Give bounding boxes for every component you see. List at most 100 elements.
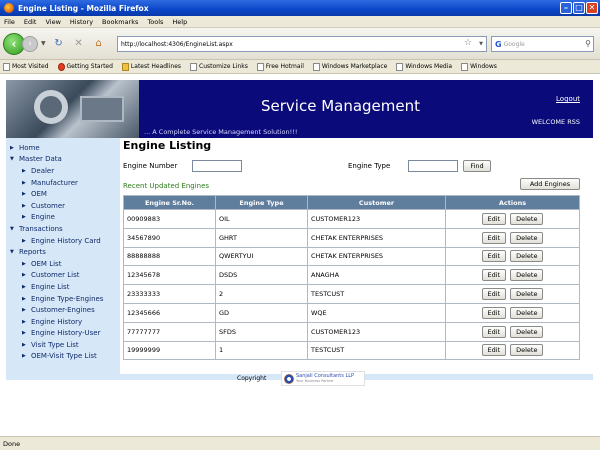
forward-button[interactable]: ›: [22, 35, 38, 52]
sidebar-item-label: Customer-Engines: [31, 306, 95, 315]
bookmark-customize-links[interactable]: Customize Links: [190, 62, 248, 71]
reload-icon[interactable]: ↻: [52, 37, 66, 51]
search-box[interactable]: G Google ⚲: [491, 36, 594, 52]
sidebar-item-transactions[interactable]: ▼ Transactions: [6, 223, 120, 235]
window-title: Engine Listing - Mozilla Firefox: [18, 3, 149, 13]
expanded-arrow-icon: ▼: [10, 225, 14, 232]
edit-button[interactable]: Edit: [481, 344, 507, 357]
sidebar-item-label: Engine: [31, 213, 55, 222]
engine-sr-no-cell: 12345666: [123, 302, 216, 323]
table-header-row: Engine Sr.No. Engine Type Customer Actio…: [123, 195, 580, 210]
menu-history[interactable]: History: [70, 18, 93, 26]
history-dropdown-icon[interactable]: ▼: [41, 40, 46, 47]
actions-cell: Edit Delete: [445, 227, 580, 248]
sidebar-item-oem-visit-type-list[interactable]: ▶ OEM-Visit Type List: [6, 351, 120, 363]
bookmark-windows-marketplace[interactable]: Windows Marketplace: [312, 62, 387, 71]
menu-tools[interactable]: Tools: [147, 18, 163, 26]
add-engines-button[interactable]: Add Engines: [520, 178, 580, 190]
menu-edit[interactable]: Edit: [24, 18, 37, 26]
collapsed-arrow-icon: ▶: [22, 167, 26, 174]
sidebar-item-engine[interactable]: ▶ Engine: [6, 212, 120, 224]
delete-button[interactable]: Delete: [510, 306, 544, 319]
sidebar-item-reports[interactable]: ▼ Reports: [6, 246, 120, 258]
sidebar-item-home[interactable]: ▶ Home: [6, 142, 120, 154]
maximize-button[interactable]: □: [573, 2, 585, 14]
minimize-button[interactable]: –: [560, 2, 572, 14]
actions-cell: Edit Delete: [445, 209, 580, 229]
search-icon[interactable]: ⚲: [585, 39, 591, 48]
menu-file[interactable]: File: [4, 18, 15, 26]
bookmark-windows-media[interactable]: Windows Media: [396, 62, 452, 71]
engine-sr-no-cell: 23333333: [123, 284, 216, 304]
url-dropdown-icon[interactable]: ▼: [479, 41, 483, 47]
logout-link[interactable]: Logout: [556, 95, 580, 103]
menu-help[interactable]: Help: [172, 18, 187, 26]
delete-button[interactable]: Delete: [510, 250, 544, 263]
sidebar-item-visit-type-list[interactable]: ▶ Visit Type List: [6, 339, 120, 351]
sidebar-item-engine-history-user[interactable]: ▶ Engine History-User: [6, 328, 120, 340]
delete-button[interactable]: Delete: [510, 344, 544, 357]
sidebar-item-customer-engines[interactable]: ▶ Customer-Engines: [6, 304, 120, 316]
bookmark-most-visited[interactable]: Most Visited: [3, 62, 49, 71]
bookmarks-toolbar: Most Visited Getting Started Latest Head…: [0, 60, 600, 74]
table-row: 19999999 1 TESTCUST Edit Delete: [123, 340, 580, 361]
edit-button[interactable]: Edit: [481, 325, 507, 338]
table-row: 00909883 OIL CUSTOMER123 Edit Delete: [123, 209, 580, 229]
delete-button[interactable]: Delete: [510, 269, 544, 282]
status-bar: Done: [0, 436, 600, 450]
close-button[interactable]: ✕: [586, 2, 598, 14]
sidebar-item-engine-history-card[interactable]: ▶ Engine History Card: [6, 235, 120, 247]
delete-button[interactable]: Delete: [510, 288, 544, 301]
sidebar-item-oem-list[interactable]: ▶ OEM List: [6, 258, 120, 270]
sidebar-item-engine-list[interactable]: ▶ Engine List: [6, 281, 120, 293]
copyright-text: Copyright: [237, 375, 267, 382]
sidebar-item-label: Engine History Card: [31, 236, 101, 245]
engine-number-input[interactable]: [192, 160, 242, 172]
sidebar-item-customer[interactable]: ▶ Customer: [6, 200, 120, 212]
collapsed-arrow-icon: ▶: [22, 341, 26, 348]
edit-button[interactable]: Edit: [481, 250, 507, 263]
home-icon[interactable]: ⌂: [92, 37, 106, 51]
edit-button[interactable]: Edit: [481, 288, 507, 301]
firefox-bookmark-icon: [57, 62, 65, 71]
actions-cell: Edit Delete: [445, 246, 580, 267]
actions-cell: Edit Delete: [445, 302, 580, 323]
sidebar-item-manufacturer[interactable]: ▶ Manufacturer: [6, 177, 120, 189]
menu-bookmarks[interactable]: Bookmarks: [102, 18, 138, 26]
actions-cell: Edit Delete: [445, 321, 580, 342]
sidebar-item-oem[interactable]: ▶ OEM: [6, 188, 120, 200]
bookmark-windows[interactable]: Windows: [461, 62, 497, 71]
bookmark-getting-started[interactable]: Getting Started: [57, 62, 113, 71]
menu-view[interactable]: View: [45, 18, 60, 26]
sidebar-item-master-data[interactable]: ▼ Master Data: [6, 154, 120, 166]
edit-button[interactable]: Edit: [481, 306, 507, 319]
engine-sr-no-cell: 34567890: [123, 227, 216, 248]
bookmark-free-hotmail[interactable]: Free Hotmail: [256, 62, 304, 71]
engine-type-input[interactable]: [408, 160, 458, 172]
table-row: 12345666 GD WQE Edit Delete: [123, 302, 580, 323]
page-icon: [3, 62, 10, 71]
sidebar-item-engine-type-engines[interactable]: ▶ Engine Type-Engines: [6, 293, 120, 305]
engine-type-cell: DSDS: [215, 265, 308, 286]
sidebar-item-label: Home: [19, 143, 40, 152]
edit-button[interactable]: Edit: [481, 231, 507, 244]
stop-icon[interactable]: ✕: [72, 37, 86, 51]
actions-cell: Edit Delete: [445, 340, 580, 361]
sidebar-item-customer-list[interactable]: ▶ Customer List: [6, 270, 120, 282]
engine-sr-no-cell: 12345678: [123, 265, 216, 286]
delete-button[interactable]: Delete: [510, 231, 544, 244]
delete-button[interactable]: Delete: [510, 325, 544, 338]
edit-button[interactable]: Edit: [481, 212, 507, 225]
sidebar-item-label: Manufacturer: [31, 178, 78, 187]
bookmark-star-icon[interactable]: ☆: [464, 38, 472, 48]
find-button[interactable]: Find: [463, 160, 491, 172]
delete-button[interactable]: Delete: [510, 212, 544, 225]
sidebar-item-engine-history[interactable]: ▶ Engine History: [6, 316, 120, 328]
bookmark-latest-headlines[interactable]: Latest Headlines: [121, 62, 181, 71]
engine-number-label: Engine Number: [123, 162, 178, 170]
sidebar-item-label: Engine History-User: [31, 329, 101, 338]
edit-button[interactable]: Edit: [481, 269, 507, 282]
sidebar-item-dealer[interactable]: ▶ Dealer: [6, 165, 120, 177]
url-bar[interactable]: http://localhost:4306/EngineList.aspx ☆ …: [117, 36, 487, 52]
firefox-icon: [4, 3, 14, 13]
